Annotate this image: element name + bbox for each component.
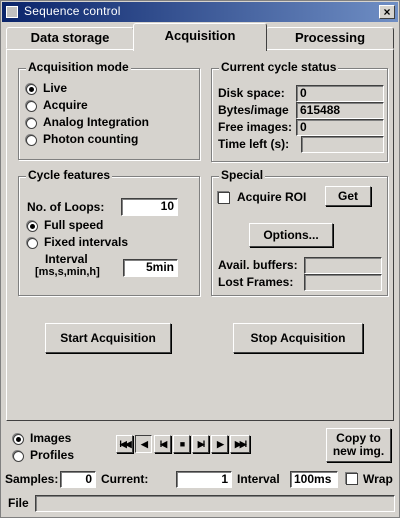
bytes-image-label: Bytes/image [218,103,289,117]
window-title: Sequence control [24,4,121,18]
next-frame-button[interactable]: ▶I [192,435,209,453]
time-left-value [301,136,384,153]
disk-space-label: Disk space: [218,86,285,100]
full-speed-label[interactable]: Full speed [44,218,103,232]
avail-buffers-label: Avail. buffers: [218,258,298,272]
fixed-intervals-label[interactable]: Fixed intervals [44,235,128,249]
cycle-status-title: Current cycle status [219,60,339,74]
first-frame-button[interactable]: I◀◀ [116,435,133,453]
wrap-label[interactable]: Wrap [363,472,393,486]
interval-units-label: [ms,s,min,h] [35,266,100,278]
disk-space-value: 0 [296,85,384,102]
lost-frames-value [304,274,382,291]
previous-frame-button[interactable]: I◀ [154,435,171,453]
start-acquisition-button[interactable]: Start Acquisition [45,323,171,353]
loops-input[interactable]: 10 [121,198,178,216]
avail-buffers-value [304,257,382,274]
title-bar[interactable]: Sequence control × [2,2,398,22]
time-left-label: Time left (s): [218,137,290,151]
copy-label-line2: new img. [332,444,385,458]
get-button[interactable]: Get [325,186,371,206]
close-icon[interactable]: × [379,5,395,19]
interval-bottom-label: Interval [237,472,280,486]
tab-acquisition[interactable]: Acquisition [133,23,267,51]
images-radio[interactable] [13,434,24,445]
sequence-control-window: Sequence control × Data storage Acquisit… [0,0,400,518]
cycle-features-title: Cycle features [26,168,113,182]
current-label: Current: [101,472,149,486]
live-label[interactable]: Live [43,81,67,95]
acquire-label[interactable]: Acquire [43,98,88,112]
wrap-checkbox[interactable] [346,473,358,485]
photon-counting-label[interactable]: Photon counting [43,132,138,146]
interval-input[interactable]: 5min [123,259,178,277]
current-input[interactable]: 1 [176,471,232,488]
step-back-button[interactable]: ◀ [135,435,152,453]
profiles-radio[interactable] [13,451,24,462]
app-icon [6,6,18,18]
free-images-label: Free images: [218,120,293,134]
step-forward-button[interactable]: ▶ [211,435,228,453]
analog-integration-radio[interactable] [26,118,37,129]
special-title: Special [219,168,266,182]
analog-integration-label[interactable]: Analog Integration [43,115,149,129]
profiles-label[interactable]: Profiles [30,448,74,462]
acquisition-mode-title: Acquisition mode [26,60,131,74]
samples-label: Samples: [5,472,59,486]
options-button[interactable]: Options... [249,223,333,247]
interval-label: Interval [45,252,88,266]
full-speed-radio[interactable] [27,221,38,232]
acquire-roi-label[interactable]: Acquire ROI [237,190,306,204]
samples-value: 0 [60,471,96,488]
loops-label: No. of Loops: [27,200,105,214]
bytes-image-value: 615488 [296,102,384,119]
tab-processing[interactable]: Processing [266,27,394,49]
file-path-field [35,495,395,512]
photon-counting-radio[interactable] [26,135,37,146]
last-frame-button[interactable]: ▶▶I [230,435,250,453]
stop-playback-button[interactable]: ■ [173,435,190,453]
interval-bottom-input[interactable]: 100ms [290,471,338,488]
copy-to-new-image-button[interactable]: Copy to new img. [326,428,391,462]
stop-acquisition-button[interactable]: Stop Acquisition [233,323,363,353]
free-images-value: 0 [296,119,384,136]
tab-data-storage[interactable]: Data storage [6,27,134,49]
acquire-roi-checkbox[interactable] [218,192,230,204]
images-label[interactable]: Images [30,431,71,445]
fixed-intervals-radio[interactable] [27,238,38,249]
live-radio[interactable] [26,84,37,95]
acquire-radio[interactable] [26,101,37,112]
lost-frames-label: Lost Frames: [218,275,294,289]
file-label: File [8,496,29,510]
